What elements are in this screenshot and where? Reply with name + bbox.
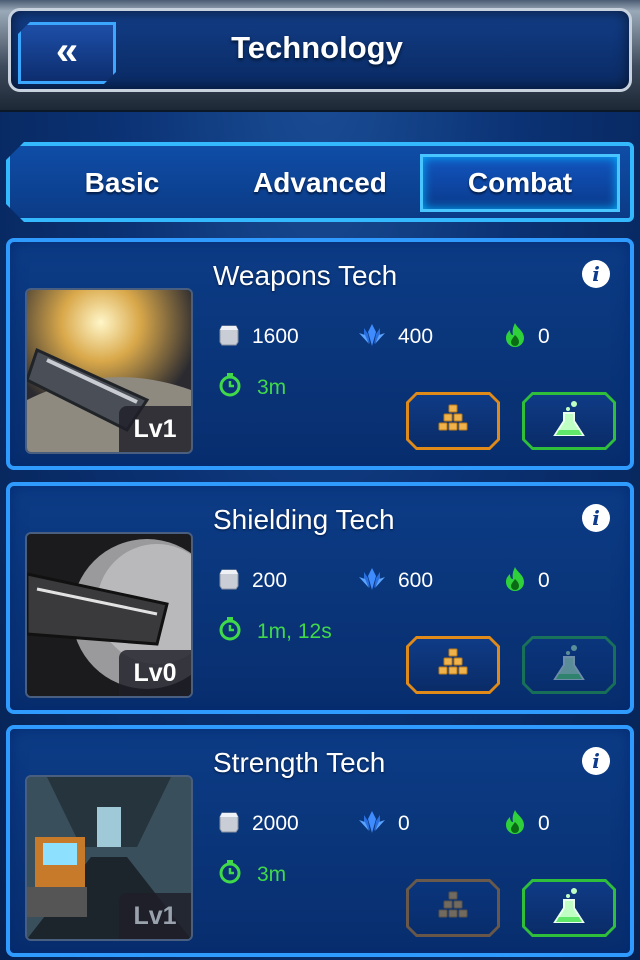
energy-value: 0 [538, 325, 550, 348]
instant-upgrade-button[interactable] [406, 392, 500, 450]
energy-value: 0 [538, 569, 550, 592]
energy-cost: 0 [504, 809, 550, 839]
tech-thumbnail[interactable]: Lv1 [25, 288, 193, 454]
tech-title: Weapons Tech [213, 260, 398, 291]
tech-title: Strength Tech [213, 747, 386, 778]
instant-upgrade-button[interactable] [406, 879, 500, 937]
metal-icon [218, 568, 240, 595]
level-badge: Lv0 [119, 650, 191, 696]
research-time: 1m, 12s [217, 616, 332, 647]
tech-thumbnail[interactable]: Lv0 [25, 532, 193, 698]
tab-bar: Basic Advanced Combat [6, 142, 634, 222]
gold-pyramid-icon [433, 890, 473, 927]
time-value: 3m [257, 375, 287, 399]
metal-value: 1600 [252, 325, 299, 348]
tab-combat[interactable]: Combat [420, 154, 620, 212]
stopwatch-icon [217, 616, 243, 647]
stopwatch-icon [217, 859, 243, 890]
time-value: 3m [257, 862, 287, 886]
crystal-value: 400 [398, 325, 434, 348]
tech-card: Lv1 Strength Tech i 2000 0 0 3m [6, 725, 634, 957]
instant-upgrade-button[interactable] [406, 636, 500, 694]
research-button[interactable] [522, 636, 616, 694]
research-time: 3m [217, 859, 286, 890]
crystal-cost: 400 [358, 322, 433, 352]
flame-icon [504, 322, 526, 353]
flask-icon [551, 643, 587, 688]
info-icon[interactable]: i [582, 260, 610, 288]
page-title: Technology [231, 30, 403, 65]
crystal-icon [358, 567, 386, 596]
level-badge: Lv1 [119, 893, 191, 939]
energy-value: 0 [538, 812, 550, 835]
tech-thumbnail[interactable]: Lv1 [25, 775, 193, 941]
flask-icon [551, 886, 587, 931]
research-button[interactable] [522, 879, 616, 937]
crystal-icon [358, 810, 386, 839]
stopwatch-icon [217, 372, 243, 403]
crystal-icon [358, 323, 386, 352]
tab-basic[interactable]: Basic [22, 154, 222, 212]
tech-card: Lv1 Weapons Tech i 1600 400 0 3m [6, 238, 634, 470]
crystal-cost: 0 [358, 809, 410, 839]
research-button[interactable] [522, 392, 616, 450]
gold-pyramid-icon [433, 403, 473, 440]
energy-cost: 0 [504, 322, 550, 352]
research-time: 3m [217, 372, 286, 403]
header-bar: « Technology [0, 0, 640, 112]
flame-icon [504, 566, 526, 597]
info-icon[interactable]: i [582, 747, 610, 775]
gold-pyramid-icon [433, 647, 473, 684]
tab-advanced[interactable]: Advanced [220, 154, 420, 212]
tech-card: Lv0 Shielding Tech i 200 600 0 1m, 12s [6, 482, 634, 714]
level-badge: Lv1 [119, 406, 191, 452]
flame-icon [504, 809, 526, 840]
energy-cost: 0 [504, 566, 550, 596]
metal-cost: 2000 [218, 809, 299, 839]
info-icon[interactable]: i [582, 504, 610, 532]
metal-icon [218, 324, 240, 351]
time-value: 1m, 12s [257, 619, 332, 643]
metal-cost: 1600 [218, 322, 299, 352]
tech-title: Shielding Tech [213, 504, 395, 535]
metal-cost: 200 [218, 566, 287, 596]
metal-icon [218, 811, 240, 838]
crystal-cost: 600 [358, 566, 433, 596]
metal-value: 2000 [252, 812, 299, 835]
flask-icon [551, 399, 587, 444]
crystal-value: 0 [398, 812, 410, 835]
metal-value: 200 [252, 569, 288, 592]
crystal-value: 600 [398, 569, 434, 592]
